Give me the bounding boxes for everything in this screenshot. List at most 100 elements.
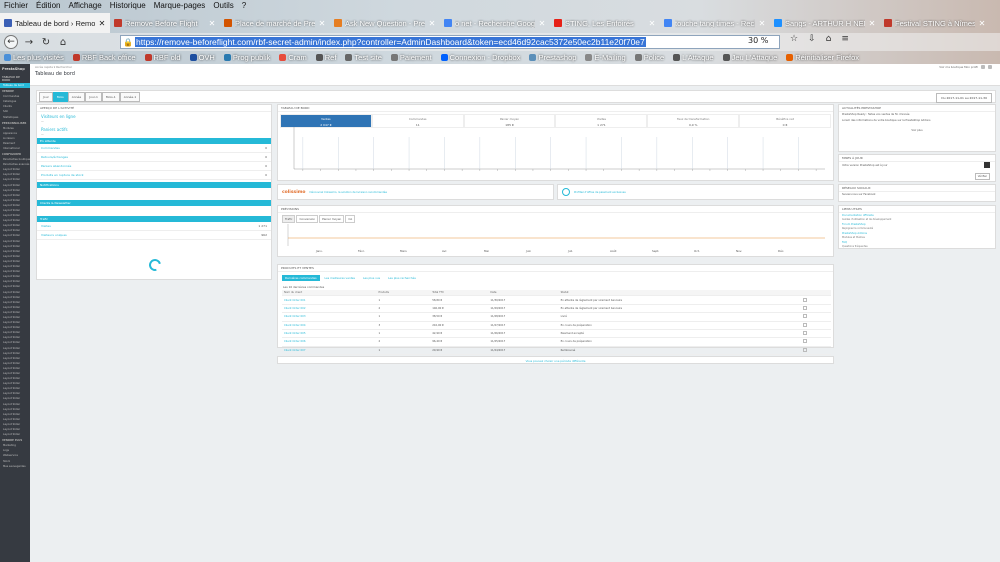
table-row[interactable]: Client Order 002 2 140,00 €11/29/2017 En at… bbox=[282, 304, 831, 314]
tab-close-icon[interactable]: ✕ bbox=[208, 19, 216, 28]
bookmark-item[interactable]: Jeu L'Attaque bbox=[722, 53, 777, 62]
table-row[interactable]: Client Order 001 1 58,80 €11/30/2017 En att… bbox=[282, 295, 831, 305]
browser-tab[interactable]: Place de marché de Presta✕ bbox=[220, 13, 330, 33]
bookmark-star-icon[interactable]: ☆ bbox=[790, 34, 798, 44]
prestashop-logo[interactable]: PrestaShop bbox=[0, 64, 30, 74]
tab-close-icon[interactable]: ✕ bbox=[538, 19, 546, 28]
home-toolbar-icon[interactable]: ⌂ bbox=[826, 34, 832, 44]
reload-icon[interactable]: ↻ bbox=[40, 37, 52, 48]
home-icon[interactable]: ⌂ bbox=[57, 37, 69, 48]
period-button[interactable]: Jour bbox=[39, 91, 53, 102]
table-row[interactable]: Client Order 004 3 210,00 €11/27/2017 En co… bbox=[282, 321, 831, 330]
activity-row-returns[interactable]: Retours/échanges 0 bbox=[37, 153, 271, 162]
partner-payment-panel[interactable]: Profitez d'offres de paiement exclusives bbox=[557, 184, 834, 200]
view-order-icon[interactable] bbox=[803, 314, 808, 319]
tab-best-sellers[interactable]: Les meilleures ventes bbox=[322, 275, 358, 281]
browser-tab[interactable]: touche tang times - Rech ✕ bbox=[660, 13, 770, 33]
sidebar-item[interactable]: Mes sauvegardes bbox=[0, 464, 30, 469]
tab-top-searches[interactable]: Les plus recherchés bbox=[385, 275, 419, 281]
bookmark-item[interactable]: Réinitialiser Firefox bbox=[786, 53, 859, 62]
traffic-row-visits[interactable]: Visites 1 271 bbox=[37, 222, 271, 231]
period-button[interactable]: Mois bbox=[52, 91, 68, 102]
activity-row-stock[interactable]: Produits en rupture de stock 0 bbox=[37, 171, 271, 180]
view-order-icon[interactable] bbox=[803, 331, 808, 336]
view-order-icon[interactable] bbox=[803, 305, 808, 310]
colissimo-text[interactable]: Découvrez Colissimo, la solution de livr… bbox=[310, 191, 387, 194]
tab-close-icon[interactable]: ✕ bbox=[318, 19, 326, 28]
social-link[interactable]: Suivez-nous sur Facebook bbox=[839, 192, 995, 197]
view-order-icon[interactable] bbox=[803, 322, 808, 327]
view-order-icon[interactable] bbox=[803, 297, 808, 302]
traffic-row-unique[interactable]: Visiteurs uniques 962 bbox=[37, 231, 271, 240]
header-links[interactable]: Voir ma boutique Mon profil bbox=[939, 65, 978, 69]
breadcrumb[interactable]: Accès rapide ▾ Rechercher bbox=[35, 65, 72, 69]
check-updates-button[interactable]: Vérifier bbox=[974, 173, 990, 180]
tab-close-icon[interactable]: ✕ bbox=[758, 19, 766, 28]
bookmark-item[interactable]: Connexion - Dropbox bbox=[440, 53, 520, 62]
period-button[interactable]: Mois-1 bbox=[101, 91, 120, 102]
browser-tab[interactable]: STING, Les Enfoirés ✕ bbox=[550, 13, 660, 33]
menu-affichage[interactable]: Affichage bbox=[68, 0, 101, 12]
forward-icon[interactable]: → bbox=[23, 37, 35, 48]
table-row[interactable]: Client Order 007 1 29,90 €11/24/2017 Rembou… bbox=[282, 346, 831, 356]
browser-tab[interactable]: Sangs - ARTHUR H NEMO✕ bbox=[770, 13, 880, 33]
tab-close-icon[interactable]: ✕ bbox=[978, 19, 986, 28]
back-icon[interactable]: ← bbox=[4, 35, 18, 49]
period-footer-note[interactable]: Vous pouvez choisir une période différen… bbox=[277, 356, 834, 364]
tab-most-viewed[interactable]: Les plus vus bbox=[360, 275, 383, 281]
forecast-month-labels: Janv. Févr. Mars Avr. Mai Juin Juil. Août Sept. O… bbox=[315, 249, 784, 253]
menu-aide[interactable]: ? bbox=[242, 0, 246, 12]
tab-close-icon[interactable]: ✕ bbox=[98, 19, 106, 28]
bookmark-item[interactable]: RBF old bbox=[144, 53, 181, 62]
notifications-icon[interactable] bbox=[981, 65, 985, 69]
period-button[interactable]: Année-1 bbox=[119, 91, 141, 102]
view-order-icon[interactable] bbox=[803, 339, 808, 344]
bookmark-item[interactable]: Les plus visités bbox=[4, 53, 64, 62]
browser-tab[interactable]: Tableau de bord › Remove ✕ bbox=[0, 13, 110, 33]
bookmark-item[interactable]: L'Attaque bbox=[673, 53, 714, 62]
user-avatar-icon[interactable] bbox=[988, 65, 992, 69]
tab-recent-orders[interactable]: Dernières commandes bbox=[282, 275, 320, 281]
url-text[interactable]: https://remove-beforeflight.com/rbf-secr… bbox=[135, 37, 646, 47]
browser-tab[interactable]: Festival STING à Nîmes ✕ bbox=[880, 13, 990, 33]
tab-close-icon[interactable]: ✕ bbox=[648, 19, 656, 28]
period-button[interactable]: Année bbox=[67, 91, 86, 102]
news-more-link[interactable]: Voir plus bbox=[839, 128, 995, 134]
browser-tab[interactable]: o net - Recherche Google ✕ bbox=[440, 13, 550, 33]
table-row[interactable]: Client Order 005 1 42,90 €11/26/2017 Paieme… bbox=[282, 329, 831, 339]
bookmark-item[interactable]: Police bbox=[634, 53, 664, 62]
bookmark-item[interactable]: Cram bbox=[279, 53, 307, 62]
order-cell: 2 bbox=[376, 337, 431, 347]
date-range-picker[interactable]: Du 2017-11-01 au 2017-11-30 bbox=[936, 93, 992, 103]
bookmark-item[interactable]: RBF Back office bbox=[72, 53, 136, 62]
bookmark-item[interactable]: Paiement bbox=[390, 53, 432, 62]
menu-historique[interactable]: Historique bbox=[110, 0, 146, 12]
partner-colissimo-panel[interactable]: colissimo Découvrez Colissimo, la soluti… bbox=[277, 184, 554, 200]
bookmark-item[interactable]: OVH bbox=[189, 53, 215, 62]
bookmark-item[interactable]: Prestashop bbox=[529, 53, 576, 62]
browser-tab[interactable]: Remove Before Flight ✕ bbox=[110, 13, 220, 33]
menu-edition[interactable]: Édition bbox=[36, 0, 60, 12]
activity-row-carts[interactable]: Paniers abandonnés 0 bbox=[37, 162, 271, 171]
zoom-level[interactable]: 30 % bbox=[748, 36, 768, 45]
period-button[interactable]: Jour-1 bbox=[85, 91, 102, 102]
bookmark-item[interactable]: Ref bbox=[315, 53, 337, 62]
bookmark-item[interactable]: E-Mailing bbox=[585, 53, 626, 62]
menu-hamburger-icon[interactable]: ≡ bbox=[841, 34, 849, 44]
menu-fichier[interactable]: Fichier bbox=[4, 0, 28, 12]
url-bar[interactable]: 🔒 https://remove-beforeflight.com/rbf-se… bbox=[120, 35, 780, 49]
view-order-icon[interactable] bbox=[803, 347, 808, 352]
bookmark-label: Ref bbox=[324, 53, 337, 62]
activity-row-orders[interactable]: Commandes 0 bbox=[37, 144, 271, 153]
menu-marque-pages[interactable]: Marque-pages bbox=[154, 0, 206, 12]
table-row[interactable]: Client Order 006 2 96,40 €11/25/2017 En cou… bbox=[282, 337, 831, 347]
tab-close-icon[interactable]: ✕ bbox=[428, 19, 436, 28]
bookmark-item[interactable]: Test site bbox=[345, 53, 382, 62]
payment-text[interactable]: Profitez d'offres de paiement exclusives bbox=[574, 191, 626, 194]
bookmark-item[interactable]: Prog publik bbox=[223, 53, 270, 62]
menu-outils[interactable]: Outils bbox=[213, 0, 233, 12]
tab-close-icon[interactable]: ✕ bbox=[868, 19, 876, 28]
browser-tab[interactable]: Ask New Question - Presta✕ bbox=[330, 13, 440, 33]
table-row[interactable]: Client Order 003 1 38,50 €11/28/2017 Livré bbox=[282, 312, 831, 322]
download-icon[interactable]: ⇩ bbox=[808, 34, 816, 44]
